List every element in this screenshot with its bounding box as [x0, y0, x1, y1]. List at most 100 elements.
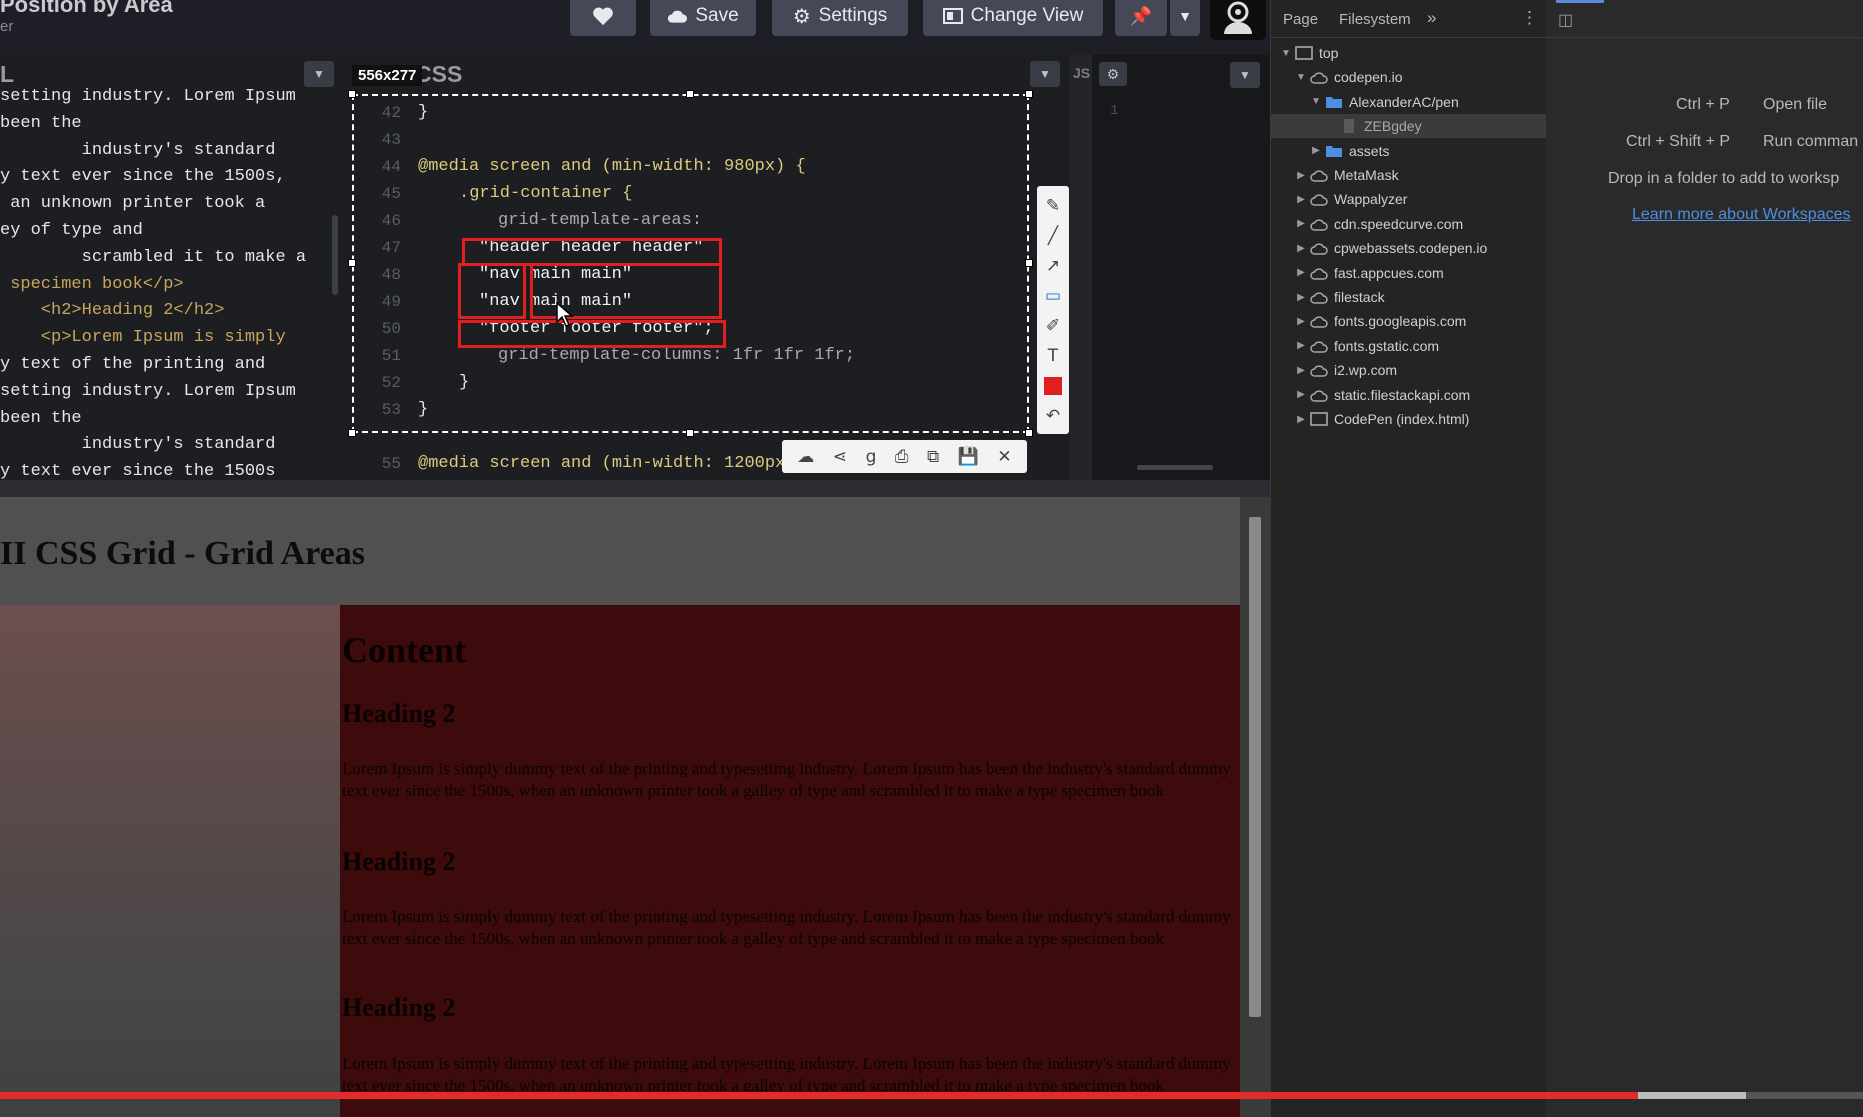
marker-icon[interactable]: ✐ — [1041, 314, 1065, 338]
html-code-line: an unknown printer took a — [0, 194, 266, 214]
result-preview[interactable]: II CSS Grid - Grid Areas Content Heading… — [0, 497, 1240, 1117]
arrow-icon[interactable]: ↗ — [1041, 254, 1065, 278]
tree-item[interactable]: ▼ top — [1271, 41, 1547, 65]
tree-item[interactable]: ▶ MetaMask — [1271, 163, 1547, 187]
preview-heading-2: Heading 2 — [342, 847, 456, 876]
expand-arrow-down-icon[interactable]: ▼ — [1309, 96, 1323, 107]
change-view-button[interactable]: Change View — [923, 0, 1103, 36]
expand-arrow-right-icon[interactable]: ▶ — [1294, 414, 1308, 425]
resize-handle[interactable] — [1025, 259, 1033, 267]
tree-item[interactable]: ▼ codepen.io — [1271, 65, 1547, 89]
editor-resize-handle-js[interactable]: JS — [1070, 55, 1092, 480]
tree-item[interactable]: ▶ i2.wp.com — [1271, 358, 1547, 382]
tree-item-label: filestack — [1334, 289, 1385, 305]
expand-arrow-right-icon[interactable]: ▶ — [1309, 145, 1323, 156]
pen-title[interactable]: Position by Area — [0, 0, 173, 18]
tree-item-label: ZEBgdey — [1364, 118, 1422, 135]
expand-arrow-right-icon[interactable]: ▶ — [1294, 365, 1308, 376]
expand-arrow-down-icon[interactable]: ▼ — [1294, 72, 1308, 83]
tab-page[interactable]: Page — [1283, 11, 1318, 28]
selection-dimensions: 556x277 — [352, 65, 423, 86]
tree-item-label: Wappalyzer — [1334, 191, 1408, 208]
html-code-line: <h2>Heading 2</h2> — [0, 301, 225, 321]
tree-item[interactable]: ▶ Wappalyzer — [1271, 187, 1547, 211]
tree-item[interactable]: ▶ cdn.speedcurve.com — [1271, 212, 1547, 236]
js-editor[interactable]: ⚙ ▼ 1 — [1092, 55, 1270, 480]
folder-icon — [1326, 145, 1342, 157]
gear-icon: ⚙ — [792, 5, 811, 28]
share-icon[interactable]: ⋖ — [833, 447, 847, 467]
undo-icon[interactable]: ↶ — [1041, 404, 1065, 428]
expand-arrow-right-icon[interactable]: ▶ — [1294, 389, 1308, 400]
tree-item[interactable]: ▶ CodePen (index.html) — [1271, 407, 1547, 431]
tree-item[interactable]: ▼ AlexanderAC/pen — [1271, 90, 1547, 114]
drop-folder-hint: Drop in a folder to add to worksp — [1608, 170, 1840, 187]
html-editor[interactable]: L ▼ setting industry. Lorem Ipsum been th… — [0, 55, 345, 480]
pen-icon[interactable]: ✎ — [1041, 194, 1065, 218]
expand-arrow-right-icon[interactable]: ▶ — [1294, 316, 1308, 327]
html-code-line: industry's standard — [0, 140, 276, 160]
tree-item[interactable]: ▶ fonts.gstatic.com — [1271, 334, 1547, 358]
chevron-down-icon: ▼ — [1239, 68, 1251, 82]
preview-scrollbar[interactable] — [1240, 497, 1270, 1117]
tab-filesystem[interactable]: Filesystem — [1339, 11, 1411, 28]
gear-icon: ⚙ — [1106, 65, 1120, 82]
resize-handle[interactable] — [1025, 90, 1033, 98]
tree-item[interactable]: ▶ filestack — [1271, 285, 1547, 309]
html-editor-scrollbar[interactable] — [332, 215, 338, 295]
expand-arrow-right-icon[interactable]: ▶ — [1294, 170, 1308, 181]
google-icon[interactable]: g — [866, 447, 877, 467]
tree-item[interactable]: ▶ cpwebassets.codepen.io — [1271, 236, 1547, 260]
color-picker-icon[interactable] — [1041, 374, 1065, 398]
close-icon[interactable]: ✕ — [997, 447, 1011, 467]
expand-arrow-right-icon[interactable]: ▶ — [1294, 218, 1308, 229]
resize-handle[interactable] — [348, 259, 356, 267]
pin-button[interactable]: 📌 — [1115, 0, 1167, 36]
save-button[interactable]: Save — [650, 0, 756, 36]
resize-handle[interactable] — [348, 429, 356, 437]
resize-handle[interactable] — [1025, 429, 1033, 437]
learn-workspaces-link[interactable]: Learn more about Workspaces — [1632, 206, 1850, 224]
resize-handle[interactable] — [348, 90, 356, 98]
expand-arrow-right-icon[interactable]: ▶ — [1294, 340, 1308, 351]
js-editor-menu-button[interactable]: ▼ — [1230, 62, 1260, 88]
video-progress-bar[interactable] — [0, 1092, 1863, 1099]
css-editor-menu-button[interactable]: ▼ — [1030, 61, 1060, 87]
cloud-icon — [1310, 72, 1328, 85]
resize-handle[interactable] — [686, 429, 694, 437]
more-tabs-icon[interactable]: » — [1427, 8, 1436, 28]
tree-item[interactable]: ▶ static.filestackapi.com — [1271, 383, 1547, 407]
html-code-lines[interactable]: setting industry. Lorem Ipsum been the in… — [0, 84, 306, 480]
tree-item-label: top — [1319, 45, 1339, 61]
save-disk-icon[interactable]: 💾 — [958, 447, 979, 467]
settings-button[interactable]: ⚙ Settings — [772, 0, 908, 36]
rectangle-icon[interactable]: ▭ — [1041, 284, 1065, 308]
html-editor-menu-button[interactable]: ▼ — [304, 61, 334, 87]
preview-resize-handle[interactable] — [0, 480, 1270, 497]
tree-item[interactable]: ZEBgdey — [1271, 114, 1547, 139]
expand-arrow-right-icon[interactable]: ▶ — [1294, 267, 1308, 278]
expand-arrow-down-icon[interactable]: ▼ — [1279, 48, 1293, 59]
toggle-sidebar-icon[interactable]: ◫ — [1558, 10, 1573, 30]
expand-arrow-right-icon[interactable]: ▶ — [1294, 243, 1308, 254]
cloud-icon — [1310, 243, 1328, 255]
upload-cloud-icon[interactable]: ☁ — [797, 447, 814, 467]
more-menu-button[interactable]: ▼ — [1170, 0, 1200, 36]
tree-item[interactable]: ▶ fast.appcues.com — [1271, 261, 1547, 285]
kebab-menu-icon[interactable]: ⋮ — [1521, 8, 1538, 28]
change-view-label: Change View — [970, 5, 1084, 26]
avatar[interactable] — [1210, 0, 1266, 40]
line-icon[interactable]: ╱ — [1041, 224, 1065, 248]
text-icon[interactable]: T — [1041, 344, 1065, 368]
tree-item[interactable]: ▶ fonts.googleapis.com — [1271, 309, 1547, 333]
resize-handle[interactable] — [686, 90, 694, 98]
love-button[interactable] — [570, 0, 636, 36]
tree-item[interactable]: ▶ assets — [1271, 139, 1547, 163]
preview-scroll-thumb[interactable] — [1249, 517, 1261, 1017]
js-settings-button[interactable]: ⚙ — [1099, 62, 1127, 86]
js-scrollbar[interactable] — [1137, 465, 1213, 470]
copy-icon[interactable]: ⧉ — [927, 447, 939, 467]
expand-arrow-right-icon[interactable]: ▶ — [1294, 292, 1308, 303]
expand-arrow-right-icon[interactable]: ▶ — [1294, 194, 1308, 205]
print-icon[interactable]: ⎙ — [895, 447, 909, 467]
